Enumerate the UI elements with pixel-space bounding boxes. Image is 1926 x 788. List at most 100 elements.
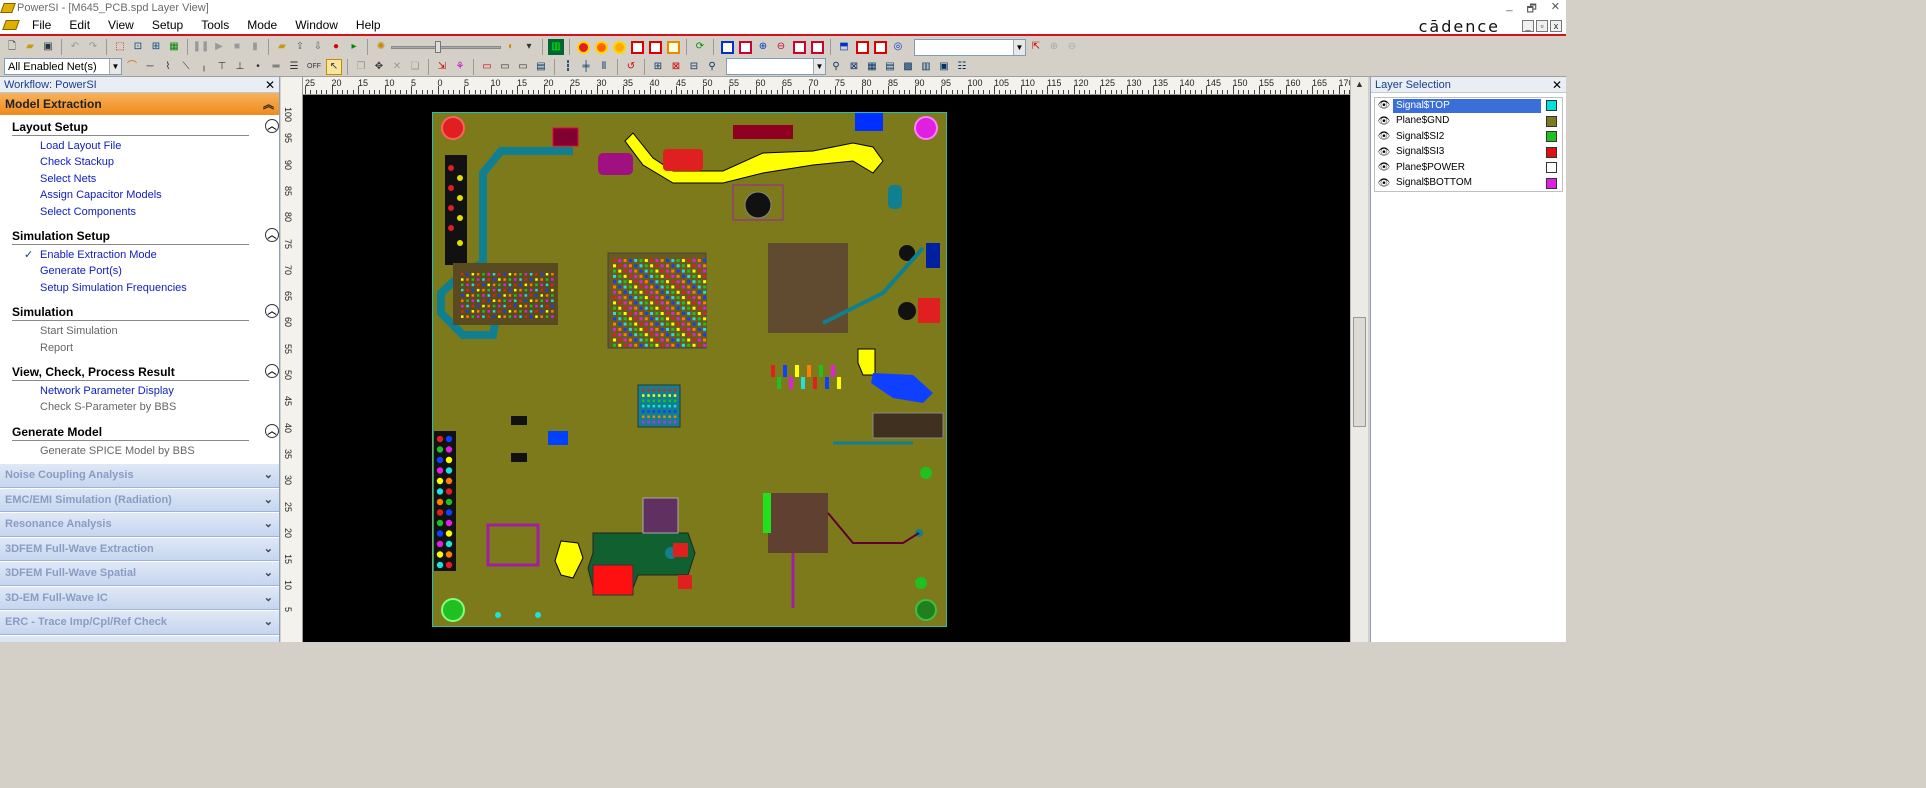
doc-icon[interactable]: ▣: [936, 59, 952, 75]
visibility-eye-icon[interactable]: 👁: [1375, 100, 1393, 111]
dropdown-arrow-icon[interactable]: ▾: [521, 39, 537, 55]
play-icon[interactable]: ▶: [211, 39, 227, 55]
layer-combo[interactable]: ▼: [914, 38, 1026, 56]
snap-pin-icon[interactable]: [593, 39, 609, 55]
layer-row-plane-gnd[interactable]: 👁 Plane$GND: [1375, 114, 1562, 130]
menu-edit[interactable]: Edit: [60, 15, 99, 35]
export-icon[interactable]: ⇩: [310, 39, 326, 55]
filter-icon[interactable]: ⊠: [846, 59, 862, 75]
layer-row-signal-bottom[interactable]: 👁 Signal$BOTTOM: [1375, 176, 1562, 192]
view-3d-icon[interactable]: ▦: [166, 39, 182, 55]
new-file-icon[interactable]: 🗋: [4, 39, 20, 55]
circuit-icon[interactable]: ⚘: [452, 59, 468, 75]
visibility-eye-icon[interactable]: 👁: [1375, 162, 1393, 173]
pointer-icon[interactable]: ↖: [326, 58, 342, 75]
search-combo[interactable]: ▼: [726, 58, 826, 75]
align-bottom-icon[interactable]: ⊥: [232, 59, 248, 75]
pin-icon[interactable]: ┇: [560, 59, 576, 75]
workflow-step-select-components[interactable]: Select Components: [0, 204, 279, 220]
menu-tools[interactable]: Tools: [192, 15, 238, 35]
chevron-down-icon[interactable]: ▼: [1013, 39, 1025, 55]
collapse-section-icon[interactable]: ︿: [265, 363, 279, 378]
scrollbar-thumb[interactable]: [1353, 317, 1366, 427]
open-folder-icon[interactable]: ▰: [22, 39, 38, 55]
snap-via-icon[interactable]: [611, 39, 627, 55]
workflow-step-select-nets[interactable]: Select Nets: [0, 171, 279, 187]
close-icon[interactable]: ✕: [1552, 78, 1562, 92]
menu-window[interactable]: Window: [286, 15, 347, 35]
chevron-down-icon[interactable]: ⌄: [264, 636, 273, 642]
save-icon[interactable]: ▣: [40, 39, 56, 55]
panel-3d-em-full-wave-ic[interactable]: 3D-EM Full-Wave IC ⌄: [0, 585, 279, 611]
visibility-eye-icon[interactable]: 👁: [1375, 147, 1393, 158]
layer-color-swatch[interactable]: [1546, 131, 1557, 143]
draw-ring-icon[interactable]: ◎: [890, 39, 906, 55]
add-shape-icon[interactable]: [719, 39, 735, 55]
collapse-section-icon[interactable]: ︿: [265, 119, 279, 133]
collapse-section-icon[interactable]: ︿: [265, 227, 279, 242]
list-icon[interactable]: ☰: [286, 59, 302, 75]
dot-icon[interactable]: •: [250, 59, 266, 75]
layer-row-plane-power[interactable]: 👁 Plane$POWER: [1375, 160, 1562, 176]
find-icon[interactable]: ⚲: [828, 59, 844, 75]
zoom-fit-icon[interactable]: ⊡: [130, 39, 146, 55]
check-icon[interactable]: ⊠: [668, 59, 684, 75]
zoom-select-icon[interactable]: ⇱: [1028, 39, 1044, 55]
cut-polygon-icon[interactable]: [809, 39, 825, 55]
chevron-down-icon[interactable]: ⌄: [264, 513, 273, 536]
zoom-in-icon[interactable]: ⊕: [1046, 39, 1062, 55]
chevron-down-icon[interactable]: ⌄: [264, 611, 273, 634]
layout-canvas[interactable]: [303, 95, 1350, 642]
route-tool-icon[interactable]: ⌇: [160, 59, 176, 75]
mdi-close-button[interactable]: x: [1550, 20, 1562, 32]
chevron-down-icon[interactable]: ⌄: [264, 538, 273, 561]
chart-icon[interactable]: ▥: [548, 39, 564, 55]
add-polygon-icon[interactable]: [791, 39, 807, 55]
net-filter-select[interactable]: All Enabled Net(s) ▼: [4, 58, 122, 75]
select-box-icon[interactable]: ⬚: [112, 39, 128, 55]
remove-shape-icon[interactable]: [737, 39, 753, 55]
report-icon[interactable]: ▤: [882, 59, 898, 75]
align-top-icon[interactable]: ⊤: [214, 59, 230, 75]
remove-circle-icon[interactable]: ⊖: [773, 39, 789, 55]
panel-noise-coupling-analysis[interactable]: Noise Coupling Analysis ⌄: [0, 463, 279, 488]
workflow-step-setup-simulation-frequencies[interactable]: Setup Simulation Frequencies: [0, 280, 279, 296]
color-scheme-icon[interactable]: ◐: [503, 39, 519, 55]
move-icon[interactable]: ✥: [371, 59, 387, 75]
model-extraction-panel-header[interactable]: Model Extraction ︽: [0, 93, 279, 115]
layer-color-swatch[interactable]: [1546, 162, 1557, 174]
panel-3dfem-full-wave-extraction[interactable]: 3DFEM Full-Wave Extraction ⌄: [0, 536, 279, 562]
split-icon[interactable]: ⫴: [596, 59, 612, 75]
snap-circle-icon[interactable]: [629, 39, 645, 55]
menu-mode[interactable]: Mode: [238, 15, 286, 35]
via-icon[interactable]: ╪: [578, 59, 594, 75]
light-icon[interactable]: ✺: [373, 39, 389, 55]
pause-icon[interactable]: ❚❚: [193, 39, 210, 55]
layer-color-swatch[interactable]: [1546, 177, 1557, 189]
mdi-restore-button[interactable]: ▫: [1536, 20, 1548, 32]
sheet-icon[interactable]: ▥: [918, 59, 934, 75]
undo-icon[interactable]: ↶: [67, 39, 83, 55]
menu-file[interactable]: File: [23, 15, 60, 35]
paste-icon[interactable]: ❏: [407, 59, 423, 75]
close-icon[interactable]: ✕: [265, 78, 275, 92]
step-icon[interactable]: ▮: [247, 39, 263, 55]
chevron-down-icon[interactable]: ⌄: [264, 464, 273, 487]
workflow-step-generate-port-s-[interactable]: Generate Port(s): [0, 263, 279, 279]
resistor-icon[interactable]: ▭: [515, 59, 531, 75]
visibility-eye-icon[interactable]: 👁: [1375, 178, 1393, 189]
collapse-section-icon[interactable]: ︿: [265, 304, 279, 319]
run-icon[interactable]: ▸: [346, 39, 362, 55]
layer-color-swatch[interactable]: [1546, 100, 1557, 112]
workflow-step-enable-extraction-mode[interactable]: ✓ Enable Extraction Mode: [0, 247, 279, 263]
panel-emc-emi-simulation-radiation-[interactable]: EMC/EMI Simulation (Radiation) ⌄: [0, 487, 279, 513]
zoom-area-icon[interactable]: ⊞: [148, 39, 164, 55]
import-icon[interactable]: ⇪: [292, 39, 308, 55]
snap-shape-icon[interactable]: [647, 39, 663, 55]
add-circle-icon[interactable]: ⊕: [755, 39, 771, 55]
record-icon[interactable]: ●: [328, 39, 344, 55]
layer-row-signal-top[interactable]: 👁 Signal$TOP: [1375, 98, 1562, 114]
dash-icon[interactable]: ═: [268, 59, 284, 75]
draw-box-icon[interactable]: ⬒: [836, 39, 852, 55]
binoculars-icon[interactable]: ⚲: [704, 59, 720, 75]
